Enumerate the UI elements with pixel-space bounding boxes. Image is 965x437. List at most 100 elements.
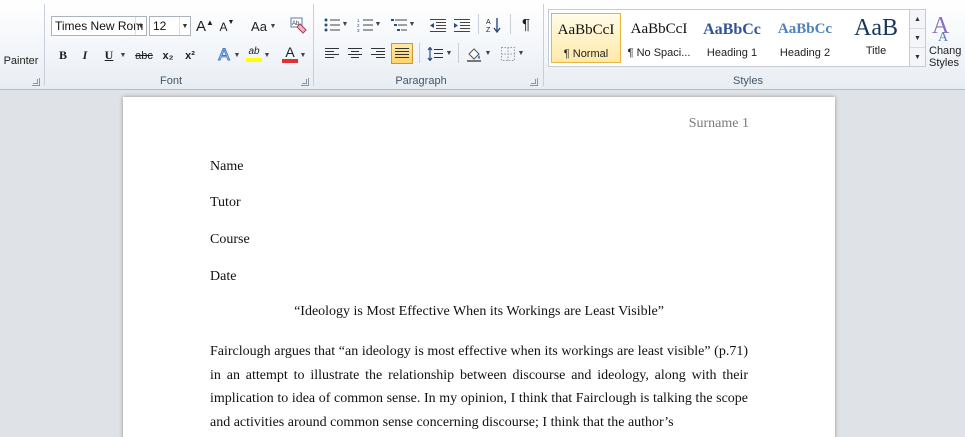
clipboard-dialog-launcher[interactable] xyxy=(32,78,40,86)
change-case-button[interactable]: Aa xyxy=(249,16,269,37)
paragraph-dialog-launcher[interactable] xyxy=(530,78,538,86)
decrease-indent-button[interactable] xyxy=(428,14,448,35)
line-spacing-icon xyxy=(427,46,443,61)
style-sample: AaB xyxy=(854,15,898,41)
date-line: Date xyxy=(210,269,237,284)
change-styles-label-2: Styles xyxy=(929,57,959,69)
align-left-button[interactable] xyxy=(322,43,342,64)
style-sample: AaBbCcI xyxy=(630,21,688,37)
italic-button[interactable]: I xyxy=(76,45,94,66)
bullets-button[interactable] xyxy=(322,14,342,35)
shrink-font-button[interactable]: A ▼ xyxy=(218,16,236,37)
change-styles-icon: AA xyxy=(932,13,950,45)
toolbar-separator xyxy=(458,43,459,63)
decrease-indent-icon xyxy=(430,18,446,32)
grow-font-button[interactable]: A ▲ xyxy=(196,16,214,37)
ribbon: Painter Times New Rom ▼ 12 ▼ A ▲ A ▼ Aa ▼ … xyxy=(0,0,965,90)
font-name-combo[interactable]: Times New Rom ▼ xyxy=(51,16,147,36)
chevron-down-icon[interactable]: ▼ xyxy=(179,17,190,35)
style-title[interactable]: AaB Title xyxy=(841,13,911,63)
font-color-icon: A xyxy=(285,43,295,60)
name-line: Name xyxy=(210,159,244,174)
style-name: ¶ No Spaci... xyxy=(627,47,691,59)
chevron-down-icon[interactable]: ▼ xyxy=(375,14,382,35)
align-center-icon xyxy=(348,47,362,58)
font-color-button[interactable]: A xyxy=(280,43,300,64)
borders-icon xyxy=(501,46,515,61)
style-no-spacing[interactable]: AaBbCcI ¶ No Spaci... xyxy=(624,13,694,63)
font-name-value: Times New Rom xyxy=(55,19,144,33)
highlight-icon: ab xyxy=(248,45,260,57)
shrink-font-icon: A xyxy=(219,19,228,34)
align-right-button[interactable] xyxy=(368,43,388,64)
chevron-down-icon[interactable]: ▼ xyxy=(518,43,525,64)
chevron-down-icon[interactable]: ▼ xyxy=(446,43,453,64)
font-group-label: Font xyxy=(159,75,182,87)
style-name: Heading 2 xyxy=(779,47,831,59)
font-dialog-launcher[interactable] xyxy=(301,78,309,86)
chevron-down-icon[interactable]: ▼ xyxy=(270,16,277,37)
bullets-icon xyxy=(324,18,340,31)
group-separator xyxy=(44,4,45,86)
toolbar-separator xyxy=(478,14,479,34)
more-styles-icon[interactable]: ▼ xyxy=(910,48,925,67)
justify-button[interactable] xyxy=(391,43,413,64)
chevron-down-icon[interactable]: ▼ xyxy=(342,14,349,35)
document-page[interactable]: Surname 1 Name Tutor Course Date “Ideolo… xyxy=(123,97,835,437)
change-styles-button[interactable]: AA Chang Styles xyxy=(929,8,965,72)
style-name: ¶ Normal xyxy=(563,48,609,60)
show-hide-marks-button[interactable]: ¶ xyxy=(516,14,536,35)
sort-icon: AZ xyxy=(486,17,501,33)
clear-formatting-button[interactable]: Ab xyxy=(288,14,308,35)
page-header: Surname 1 xyxy=(688,116,749,131)
align-right-icon xyxy=(371,47,385,58)
highlight-button[interactable]: ab xyxy=(244,43,264,64)
style-heading-1[interactable]: AaBbCс Heading 1 xyxy=(697,13,767,63)
styles-gallery: AaBbCcI ¶ Normal AaBbCcI ¶ No Spaci... A… xyxy=(548,9,910,67)
borders-button[interactable] xyxy=(498,43,518,64)
chevron-up-icon[interactable]: ▲ xyxy=(910,10,925,29)
align-left-icon xyxy=(325,47,339,58)
strikethrough-button[interactable]: abc xyxy=(133,45,155,66)
svg-text:A: A xyxy=(486,19,491,26)
text-effects-button[interactable]: A xyxy=(214,44,234,65)
underline-button[interactable]: U xyxy=(100,45,118,66)
course-line: Course xyxy=(210,232,250,247)
chevron-down-icon[interactable]: ▼ xyxy=(300,45,307,66)
chevron-down-icon[interactable]: ▼ xyxy=(485,43,492,64)
chevron-down-icon[interactable]: ▼ xyxy=(135,17,146,35)
svg-text:3: 3 xyxy=(357,28,360,32)
bold-button[interactable]: B xyxy=(54,45,72,66)
chevron-down-icon[interactable]: ▼ xyxy=(910,29,925,48)
subscript-button[interactable]: x₂ xyxy=(160,45,176,66)
highlight-color-bar xyxy=(246,57,262,62)
shading-button[interactable] xyxy=(464,43,484,64)
group-separator xyxy=(313,4,314,86)
multilevel-list-button[interactable] xyxy=(389,14,409,35)
font-size-combo[interactable]: 12 ▼ xyxy=(149,16,191,36)
sort-button[interactable]: AZ xyxy=(484,14,504,35)
font-color-bar xyxy=(282,58,298,63)
chevron-down-icon[interactable]: ▼ xyxy=(234,45,241,66)
style-name: Heading 1 xyxy=(706,47,758,59)
numbering-button[interactable]: 123 xyxy=(355,14,375,35)
style-sample: AaBbCc xyxy=(777,21,833,37)
format-painter-button[interactable]: Painter xyxy=(0,52,42,70)
clear-formatting-icon: Ab xyxy=(290,17,307,34)
line-spacing-button[interactable] xyxy=(425,43,445,64)
align-center-button[interactable] xyxy=(345,43,365,64)
svg-text:Z: Z xyxy=(486,27,491,33)
increase-indent-button[interactable] xyxy=(452,14,472,35)
document-title: “Ideology is Most Effective When its Wor… xyxy=(294,304,664,319)
numbering-icon: 123 xyxy=(357,18,373,32)
chevron-down-icon[interactable]: ▼ xyxy=(120,45,127,66)
style-normal[interactable]: AaBbCcI ¶ Normal xyxy=(551,13,621,63)
chevron-down-icon[interactable]: ▼ xyxy=(409,14,416,35)
styles-group-label: Styles xyxy=(733,75,763,87)
increase-indent-icon xyxy=(454,18,470,32)
style-heading-2[interactable]: AaBbCc Heading 2 xyxy=(770,13,840,63)
chevron-down-icon[interactable]: ▼ xyxy=(264,45,271,66)
superscript-button[interactable]: x² xyxy=(182,45,198,66)
multilevel-list-icon xyxy=(391,18,407,31)
style-sample: AaBbCс xyxy=(703,21,761,38)
